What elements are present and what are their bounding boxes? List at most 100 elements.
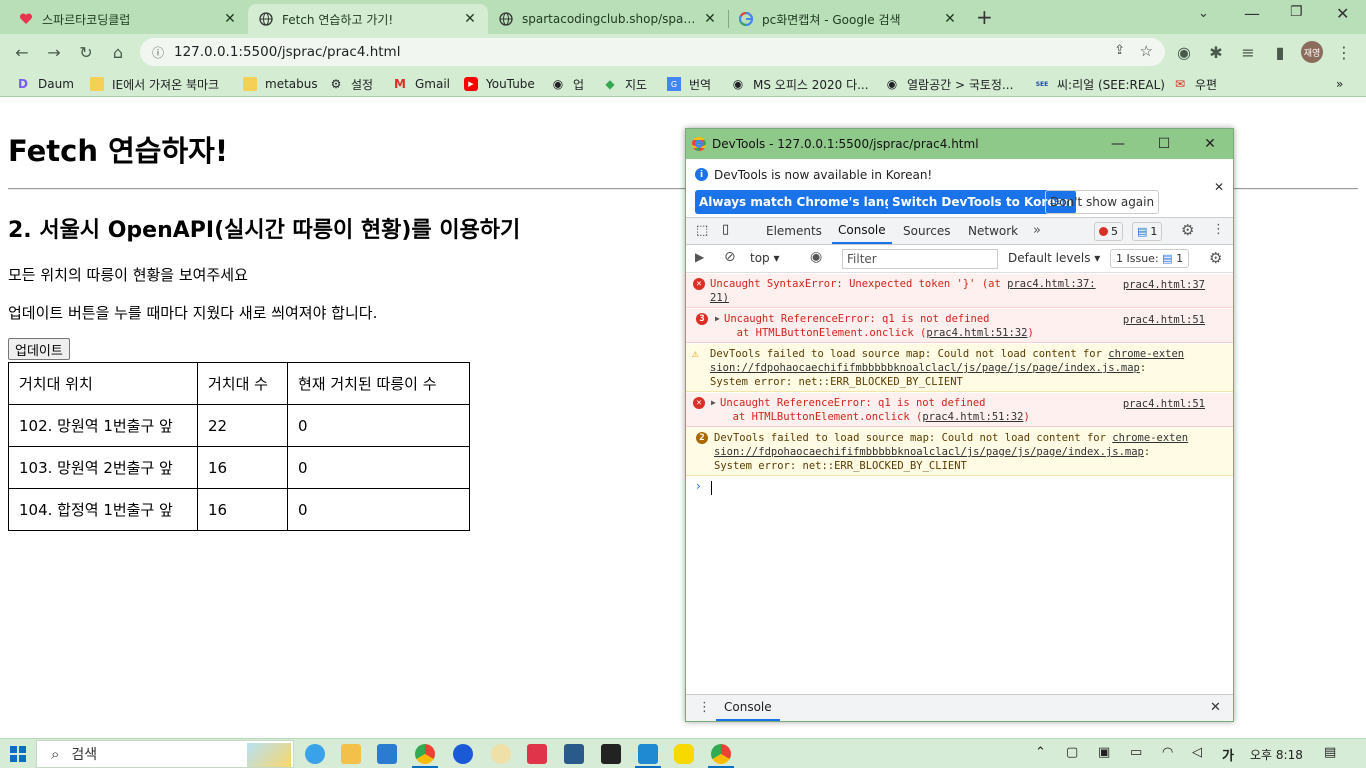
source-link[interactable]: prac4.html:51: [1123, 397, 1205, 411]
bookmark-ie[interactable]: IE에서 가져온 북마크: [90, 74, 219, 94]
tab-google[interactable]: pc화면캡쳐 - Google 검색 ✕: [728, 4, 968, 34]
bookmark-settings[interactable]: ⚙ 설정: [329, 74, 373, 94]
close-icon[interactable]: ✕: [222, 11, 238, 27]
maximize-button[interactable]: ☐: [1141, 129, 1187, 159]
windows-start-icon[interactable]: [10, 746, 26, 762]
zoom-icon[interactable]: [453, 744, 473, 764]
app-icon[interactable]: [601, 744, 621, 764]
source-link[interactable]: prac4.html:37: [1123, 278, 1205, 292]
star-icon[interactable]: ☆: [1140, 42, 1153, 60]
home-icon[interactable]: ⌂: [106, 40, 130, 64]
tab-elements[interactable]: Elements: [766, 218, 822, 244]
chrome-icon[interactable]: [711, 744, 731, 764]
update-button[interactable]: 업데이트: [8, 338, 70, 360]
edge-icon[interactable]: [305, 744, 325, 764]
levels-select[interactable]: Default levels ▾: [1008, 251, 1100, 265]
eye-icon[interactable]: ◉: [810, 249, 822, 265]
bookmark-office[interactable]: ◉ MS 오피스 2020 다...: [731, 74, 869, 94]
bookmark-translate[interactable]: G 번역: [667, 74, 711, 94]
bookmark-post[interactable]: ✉ 우편: [1173, 74, 1217, 94]
expand-icon[interactable]: ▶: [711, 396, 716, 410]
tray-icon[interactable]: ▢: [1066, 745, 1078, 760]
message-counter[interactable]: ▤ 1: [1132, 222, 1163, 241]
console-prompt[interactable]: ›: [686, 477, 1233, 693]
menu-icon[interactable]: ⋮: [1332, 40, 1356, 64]
console-message-error[interactable]: ✕ ▶ Uncaught ReferenceError: q1 is not d…: [686, 393, 1233, 427]
more-bookmarks-icon[interactable]: »: [1336, 74, 1343, 94]
source-link[interactable]: prac4.html:37:: [1007, 278, 1096, 290]
tab-sparta[interactable]: 스파르타코딩클럽 ✕: [8, 4, 248, 34]
close-window-button[interactable]: ✕: [1336, 4, 1349, 23]
bookmark-daum[interactable]: D Daum: [16, 74, 74, 94]
source-link[interactable]: chrome-exten: [1108, 348, 1184, 360]
more-tabs-icon[interactable]: »: [1033, 223, 1041, 238]
bookmark-seereal[interactable]: SEE 씨:리얼 (SEE:REAL): [1035, 74, 1165, 94]
minimize-button[interactable]: —: [1095, 129, 1141, 159]
close-icon[interactable]: ✕: [1214, 180, 1224, 194]
gear-icon[interactable]: ⚙: [1209, 249, 1222, 267]
notification-icon[interactable]: ▤: [1324, 745, 1336, 760]
gear-icon[interactable]: ⚙: [1181, 221, 1194, 239]
bookmark-land[interactable]: ◉ 열람공간 > 국토정...: [885, 74, 1014, 94]
file-explorer-icon[interactable]: [341, 744, 361, 764]
close-icon[interactable]: ✕: [462, 11, 478, 27]
tab-network[interactable]: Network: [968, 218, 1018, 244]
forward-icon[interactable]: →: [42, 40, 66, 64]
close-icon[interactable]: ✕: [1210, 700, 1221, 715]
device-icon[interactable]: ▯: [722, 222, 729, 237]
app-icon[interactable]: [491, 744, 511, 764]
bookmark-metabus[interactable]: metabus: [243, 74, 318, 94]
tab-fetch[interactable]: Fetch 연습하고 가기! ✕: [248, 4, 488, 34]
tab-sparta-shop[interactable]: spartacodingclub.shop/sparta_a ✕: [488, 4, 728, 34]
bookmark-up[interactable]: ◉ 업: [551, 74, 584, 94]
error-counter[interactable]: 5: [1094, 222, 1123, 241]
inspect-icon[interactable]: ⬚: [696, 223, 708, 238]
bookmark-map[interactable]: ◆ 지도: [603, 74, 647, 94]
source-link[interactable]: prac4.html:51:32: [922, 411, 1023, 423]
new-tab-button[interactable]: +: [976, 5, 993, 29]
tab-search-icon[interactable]: ⌄: [1198, 6, 1209, 21]
camera-icon[interactable]: ◉: [1172, 40, 1196, 64]
extensions-icon[interactable]: ✱: [1204, 40, 1228, 64]
tab-sources[interactable]: Sources: [903, 218, 950, 244]
app-icon[interactable]: [564, 744, 584, 764]
restore-button[interactable]: ❐: [1290, 4, 1303, 20]
ime-indicator[interactable]: 가: [1222, 745, 1234, 764]
clock[interactable]: 오후 8:18: [1250, 746, 1303, 763]
kebab-icon[interactable]: ⋮: [698, 700, 711, 715]
context-select[interactable]: top ▾: [750, 251, 780, 265]
wifi-icon[interactable]: ◠: [1162, 745, 1173, 760]
side-panel-icon[interactable]: ▮: [1268, 40, 1292, 64]
sidebar-toggle-icon[interactable]: ▶: [695, 250, 704, 264]
devtools-titlebar[interactable]: DevTools - 127.0.0.1:5500/jsprac/prac4.h…: [686, 129, 1233, 159]
chrome-icon[interactable]: [415, 744, 435, 764]
drawer-tab-console[interactable]: Console: [716, 695, 780, 721]
share-icon[interactable]: ⇪: [1114, 43, 1125, 58]
info-icon[interactable]: ⓘ: [152, 44, 164, 61]
source-link[interactable]: chrome-exten: [1112, 432, 1188, 444]
back-icon[interactable]: ←: [10, 40, 34, 64]
source-link[interactable]: prac4.html:51: [1123, 313, 1205, 327]
kakaotalk-icon[interactable]: [674, 744, 694, 764]
avatar[interactable]: 재영: [1301, 41, 1323, 63]
kebab-icon[interactable]: ⋮: [1212, 222, 1225, 237]
close-window-button[interactable]: ✕: [1187, 129, 1233, 159]
expand-icon[interactable]: ▶: [715, 312, 720, 326]
tray-icon[interactable]: ▣: [1098, 745, 1110, 760]
store-icon[interactable]: [377, 744, 397, 764]
address-bar[interactable]: ⓘ 127.0.0.1:5500/jsprac/prac4.html ⇪ ☆: [140, 38, 1165, 66]
tab-console[interactable]: Console: [832, 218, 892, 244]
minimize-button[interactable]: —: [1244, 4, 1260, 23]
reload-icon[interactable]: ↻: [74, 40, 98, 64]
volume-icon[interactable]: ◁: [1192, 745, 1202, 760]
app-icon[interactable]: [527, 744, 547, 764]
battery-icon[interactable]: ▭: [1130, 745, 1142, 760]
filter-input[interactable]: Filter: [842, 249, 998, 269]
source-link[interactable]: prac4.html:51:32: [926, 327, 1027, 339]
chevron-up-icon[interactable]: ⌃: [1035, 745, 1046, 760]
dont-show-button[interactable]: Don't show again: [1045, 190, 1160, 214]
issues-button[interactable]: 1 Issue: ▤ 1: [1110, 249, 1190, 268]
bookmark-gmail[interactable]: M Gmail: [393, 74, 450, 94]
close-icon[interactable]: ✕: [942, 11, 958, 27]
media-icon[interactable]: ≡: [1236, 40, 1260, 64]
